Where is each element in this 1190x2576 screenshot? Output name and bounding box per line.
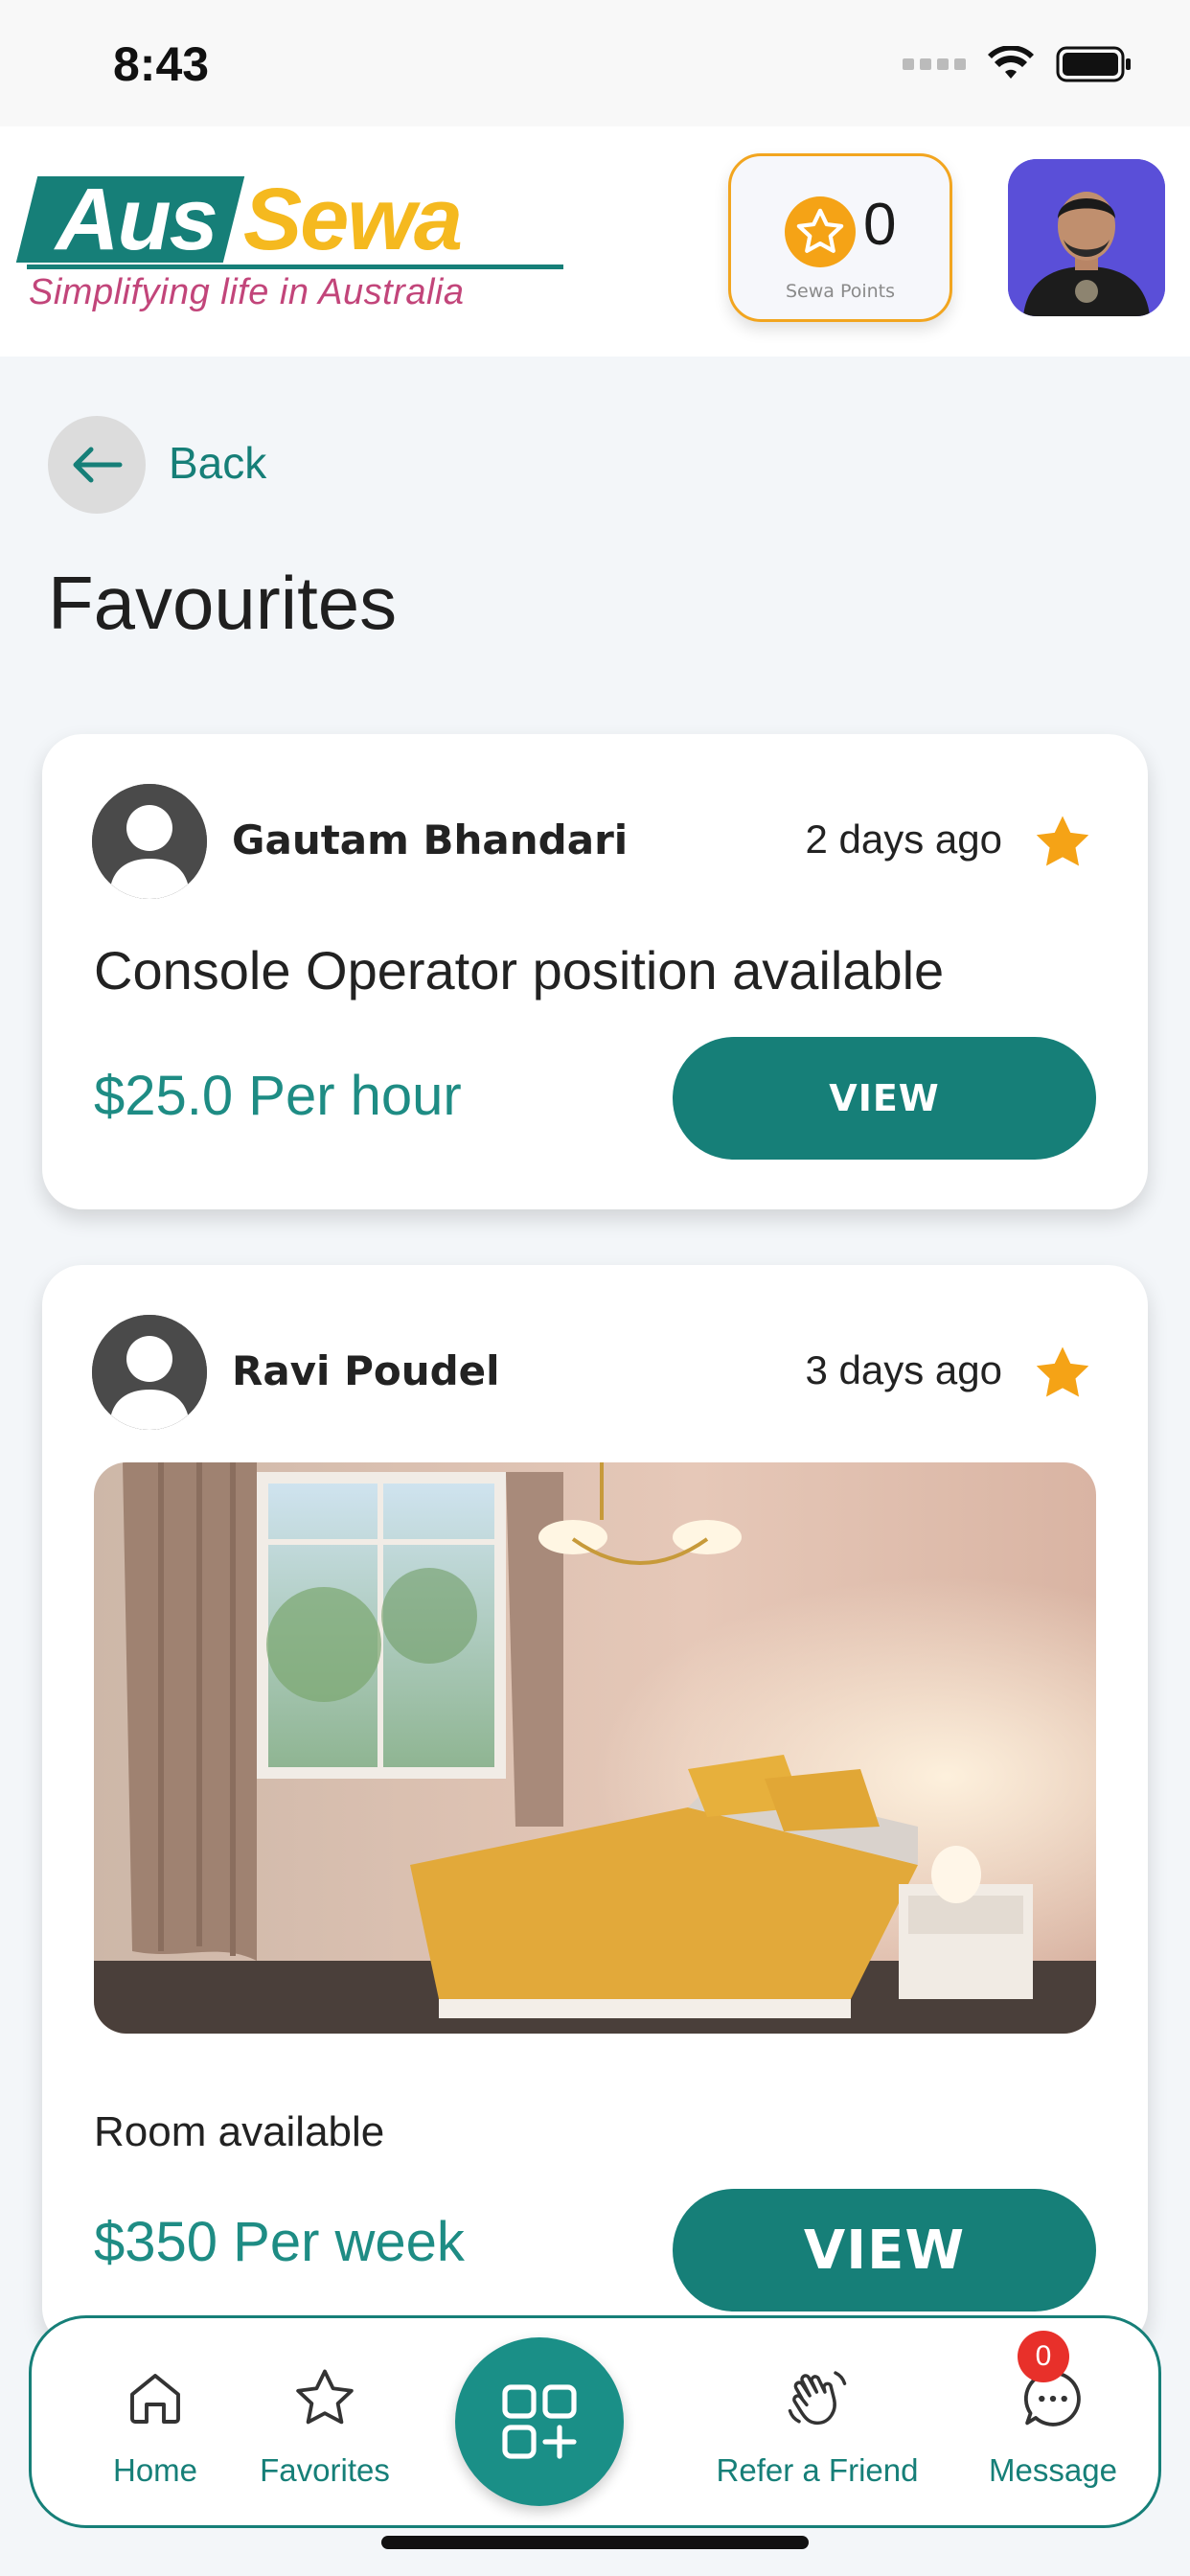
favourite-star-icon[interactable] <box>1031 1342 1094 1409</box>
avatar <box>92 1315 207 1430</box>
nav-label: Favorites <box>260 2452 390 2488</box>
add-category-icon <box>502 2384 577 2459</box>
waving-hand-icon <box>781 2360 854 2437</box>
home-icon <box>121 2360 190 2437</box>
favourite-card[interactable]: Gautam Bhandari 2 days ago Console Opera… <box>42 734 1148 1209</box>
posted-time: 3 days ago <box>805 1347 1003 1392</box>
battery-icon <box>1056 46 1131 82</box>
points-value: 0 <box>863 192 897 258</box>
status-bar: 8:43 <box>0 0 1190 126</box>
app-logo[interactable]: Aus Sewa Simplifying life in Australia <box>15 171 573 320</box>
logo-wordmark: Aus Sewa <box>15 171 463 268</box>
arrow-left-icon <box>73 447 123 483</box>
add-category-button[interactable] <box>455 2337 624 2506</box>
poster-name: Ravi Poudel <box>232 1347 500 1394</box>
star-outline-icon <box>288 2360 361 2437</box>
back-label[interactable]: Back <box>169 437 266 489</box>
page-title: Favourites <box>48 561 398 645</box>
view-button[interactable]: VIEW <box>673 1037 1096 1160</box>
listing-title: Room available <box>94 2108 385 2155</box>
posted-time: 2 days ago <box>805 816 1003 862</box>
bottom-navigation: Home Favorites Refer a Friend Message <box>29 2315 1161 2528</box>
nav-refer-friend[interactable]: Refer a Friend <box>693 2318 942 2531</box>
view-button[interactable]: VIEW <box>673 2189 1096 2312</box>
listing-price: $350 Per week <box>94 2211 465 2273</box>
points-label: Sewa Points <box>785 281 896 302</box>
nav-home[interactable]: Home <box>74 2318 237 2531</box>
nav-label: Refer a Friend <box>716 2452 919 2488</box>
back-button[interactable] <box>48 416 146 514</box>
status-icons <box>903 46 1133 82</box>
logo-tagline: Simplifying life in Australia <box>29 272 465 312</box>
sewa-points-button[interactable]: 0 Sewa Points <box>728 153 952 322</box>
listing-title: Console Operator position available <box>94 940 945 1000</box>
star-badge-icon <box>785 196 856 267</box>
favourite-card[interactable]: Ravi Poudel 3 days ago Room available $3… <box>42 1265 1148 2348</box>
nav-label: Home <box>112 2452 198 2488</box>
message-count-badge: 0 <box>1018 2331 1069 2382</box>
home-indicator <box>381 2536 809 2549</box>
cellular-signal-icon <box>903 58 966 70</box>
wifi-icon <box>988 46 1034 79</box>
app-header: Aus Sewa Simplifying life in Australia 0… <box>0 126 1190 356</box>
listing-image[interactable] <box>94 1462 1096 2034</box>
user-avatar[interactable] <box>1008 159 1165 316</box>
poster-name: Gautam Bhandari <box>232 816 629 863</box>
nav-label: Message <box>989 2452 1117 2488</box>
status-time: 8:43 <box>113 37 210 91</box>
nav-favorites[interactable]: Favorites <box>229 2318 421 2531</box>
avatar <box>92 784 207 899</box>
listing-price: $25.0 Per hour <box>94 1065 462 1127</box>
logo-underline <box>27 264 563 269</box>
favourite-star-icon[interactable] <box>1031 811 1094 878</box>
